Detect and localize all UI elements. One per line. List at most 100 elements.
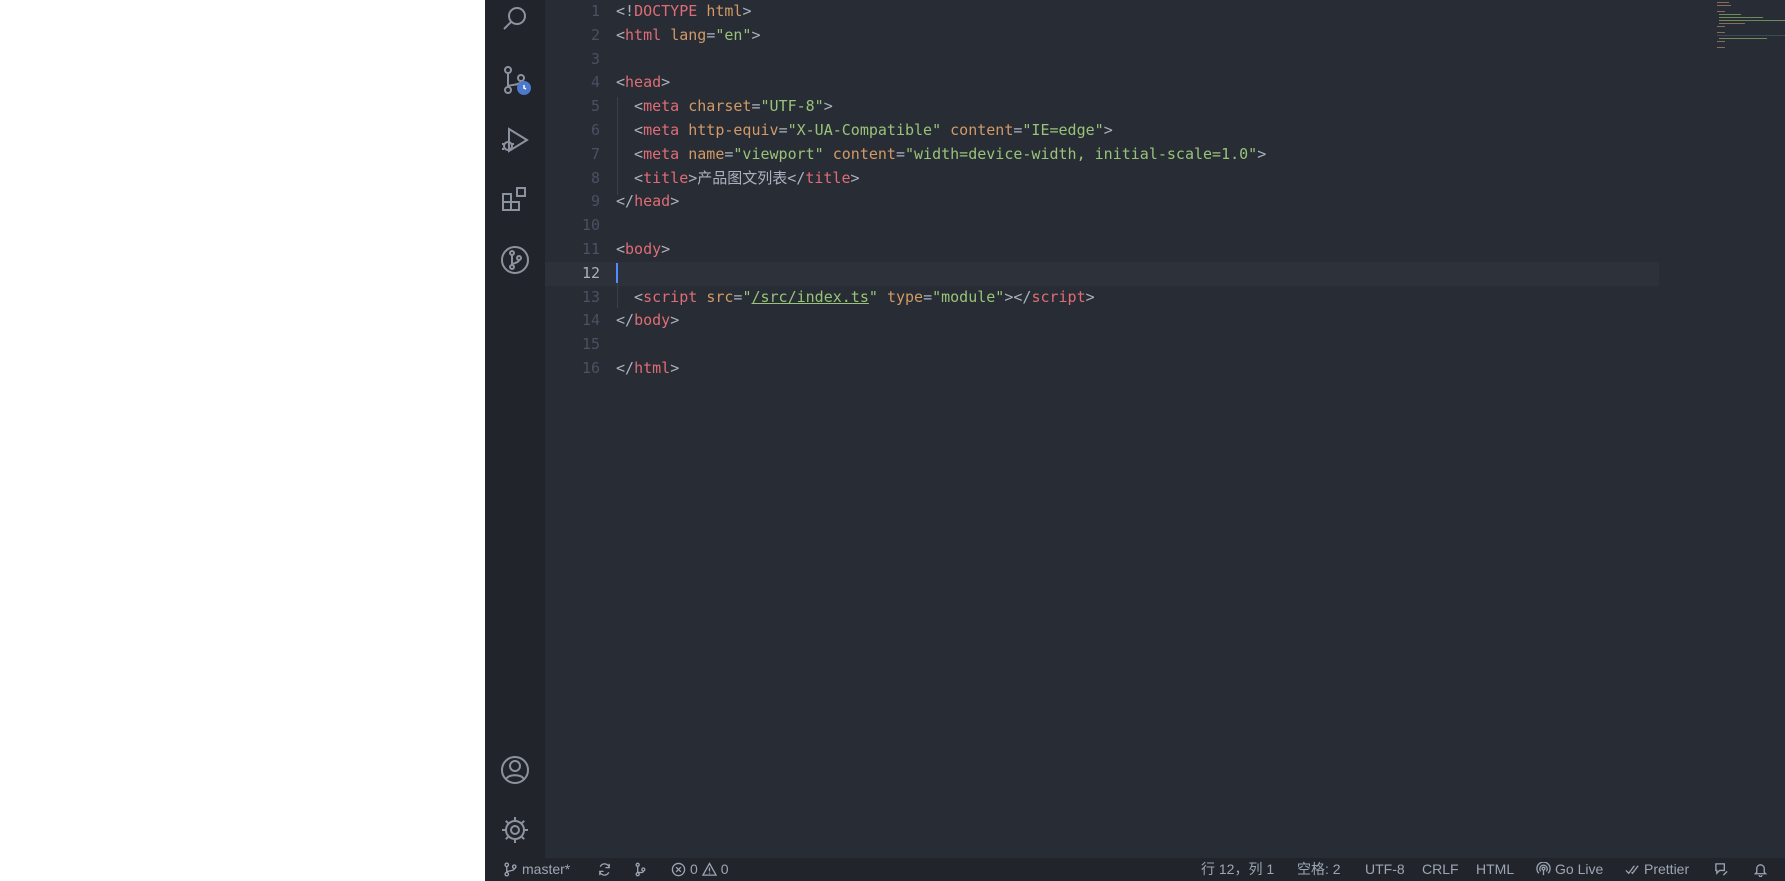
branch-status[interactable]: master* [503, 858, 570, 881]
indent-guide [617, 97, 618, 195]
code-line[interactable]: 2 <html lang="en"> [545, 24, 1785, 48]
line-number: 9 [590, 192, 600, 211]
activity-bar [485, 0, 545, 858]
prettier-label: Prettier [1644, 861, 1690, 877]
code-line[interactable]: 10 [545, 214, 1785, 238]
double-check-icon [1625, 865, 1639, 875]
notifications-button[interactable] [1753, 858, 1772, 881]
code-token: "UTF-8" [760, 97, 824, 116]
code-token: > [670, 359, 680, 377]
extensions-icon[interactable] [485, 172, 545, 228]
broadcast-icon [1536, 862, 1551, 876]
cursor-position[interactable]: 行 12，列 1 [1201, 858, 1274, 881]
line-number: 6 [590, 121, 600, 139]
code-token: meta [643, 144, 680, 163]
sync-icon [599, 863, 610, 876]
indentation-status[interactable]: 空格: 2 [1297, 858, 1341, 881]
code-token: "IE=edge" [1022, 121, 1104, 139]
line-code: <head> [616, 71, 670, 95]
code-line[interactable]: 12 [545, 261, 1659, 286]
code-line[interactable]: 13 <script src="/src/index.ts" type="mod… [545, 286, 1785, 310]
code-line[interactable]: 15 [545, 333, 1785, 357]
code-token: /src/index.ts [751, 287, 869, 306]
code-token: ></ [1004, 287, 1032, 306]
code-token: > [661, 73, 671, 92]
line-code: <meta charset="UTF-8"> [616, 95, 833, 119]
language-mode[interactable]: HTML [1476, 858, 1514, 881]
code-token: </ [616, 359, 635, 377]
code-token: html [634, 359, 671, 377]
code-line[interactable]: 4 <head> [545, 71, 1785, 95]
code-token: "module" [932, 287, 1005, 306]
code-token: src [706, 287, 734, 306]
code-token: > [1257, 144, 1267, 163]
line-code: </head> [616, 190, 679, 214]
code-token: <! [616, 2, 635, 20]
line-number: 2 [590, 25, 600, 44]
code-line[interactable]: 16 </html> [545, 357, 1785, 381]
code-token: < [616, 121, 644, 139]
line-number: 12 [581, 263, 600, 282]
account-icon[interactable] [485, 742, 545, 798]
code-token: < [616, 240, 626, 258]
code-token: title [805, 168, 851, 187]
code-line[interactable]: 5 <meta charset="UTF-8"> [545, 95, 1785, 119]
status-bar: master* 0 0 行 12，列 1 空格: 2 UTF-8 CRLF HT… [485, 858, 1785, 881]
line-number: 7 [590, 144, 600, 163]
code-token: type [886, 287, 924, 306]
settings-gear-icon[interactable] [485, 802, 545, 858]
code-line[interactable]: 3 [545, 48, 1785, 72]
code-line[interactable]: 1 <!DOCTYPE html> [545, 0, 1785, 24]
code-token: script [1031, 287, 1086, 306]
encoding-status[interactable]: UTF-8 [1365, 858, 1405, 881]
search-icon[interactable] [485, 0, 545, 48]
git-graph-button[interactable] [633, 858, 652, 881]
vscode-window: 1 <!DOCTYPE html> 2 <html lang="en"> 3 4 <head… [485, 0, 1785, 881]
blank-left-pane [0, 0, 486, 881]
code-token: > [1103, 121, 1113, 139]
sync-button[interactable] [597, 858, 616, 881]
code-token: </ [616, 192, 635, 211]
go-live-button[interactable]: Go Live [1536, 858, 1603, 881]
run-debug-icon[interactable] [485, 112, 545, 168]
git-graph-status-icon [635, 862, 646, 877]
feedback-button[interactable] [1714, 858, 1733, 881]
eol-status[interactable]: CRLF [1422, 858, 1459, 881]
code-line[interactable]: 9 </head> [545, 190, 1785, 214]
code-token: meta [643, 97, 680, 116]
line-number: 3 [590, 49, 600, 68]
prettier-status[interactable]: Prettier [1625, 858, 1689, 881]
line-code: <meta http-equiv="X-UA-Compatible" conte… [616, 119, 1113, 143]
code-token: >产品图文列表</ [688, 168, 806, 187]
code-token: DOCTYPE [634, 2, 698, 20]
git-graph-icon[interactable] [485, 232, 545, 288]
code-token: > [670, 192, 680, 211]
line-number: 15 [581, 335, 600, 354]
code-token: html [706, 2, 743, 20]
code-token: < [616, 168, 644, 187]
minimap[interactable] [1717, 0, 1785, 60]
problems-status[interactable]: 0 0 [671, 858, 729, 881]
line-code: <meta name="viewport" content="width=dev… [616, 143, 1266, 167]
code-token: html [625, 25, 662, 44]
code-token: < [616, 97, 644, 116]
code-editor[interactable]: 1 <!DOCTYPE html> 2 <html lang="en"> 3 4 <head… [545, 0, 1785, 858]
code-token: script [643, 287, 698, 306]
source-control-icon[interactable] [485, 52, 545, 108]
code-token: "X-UA-Compatible" [787, 121, 942, 139]
code-line[interactable]: 6 <meta http-equiv="X-UA-Compatible" con… [545, 119, 1785, 143]
code-line[interactable]: 14 </body> [545, 309, 1785, 333]
code-line[interactable]: 8 <title>产品图文列表</title> [545, 167, 1785, 191]
line-number: 13 [581, 287, 600, 306]
code-token: "viewport" [733, 144, 824, 163]
code-line[interactable]: 7 <meta name="viewport" content="width=d… [545, 143, 1785, 167]
warning-icon [701, 862, 717, 876]
code-line[interactable]: 11 <body> [545, 238, 1785, 262]
